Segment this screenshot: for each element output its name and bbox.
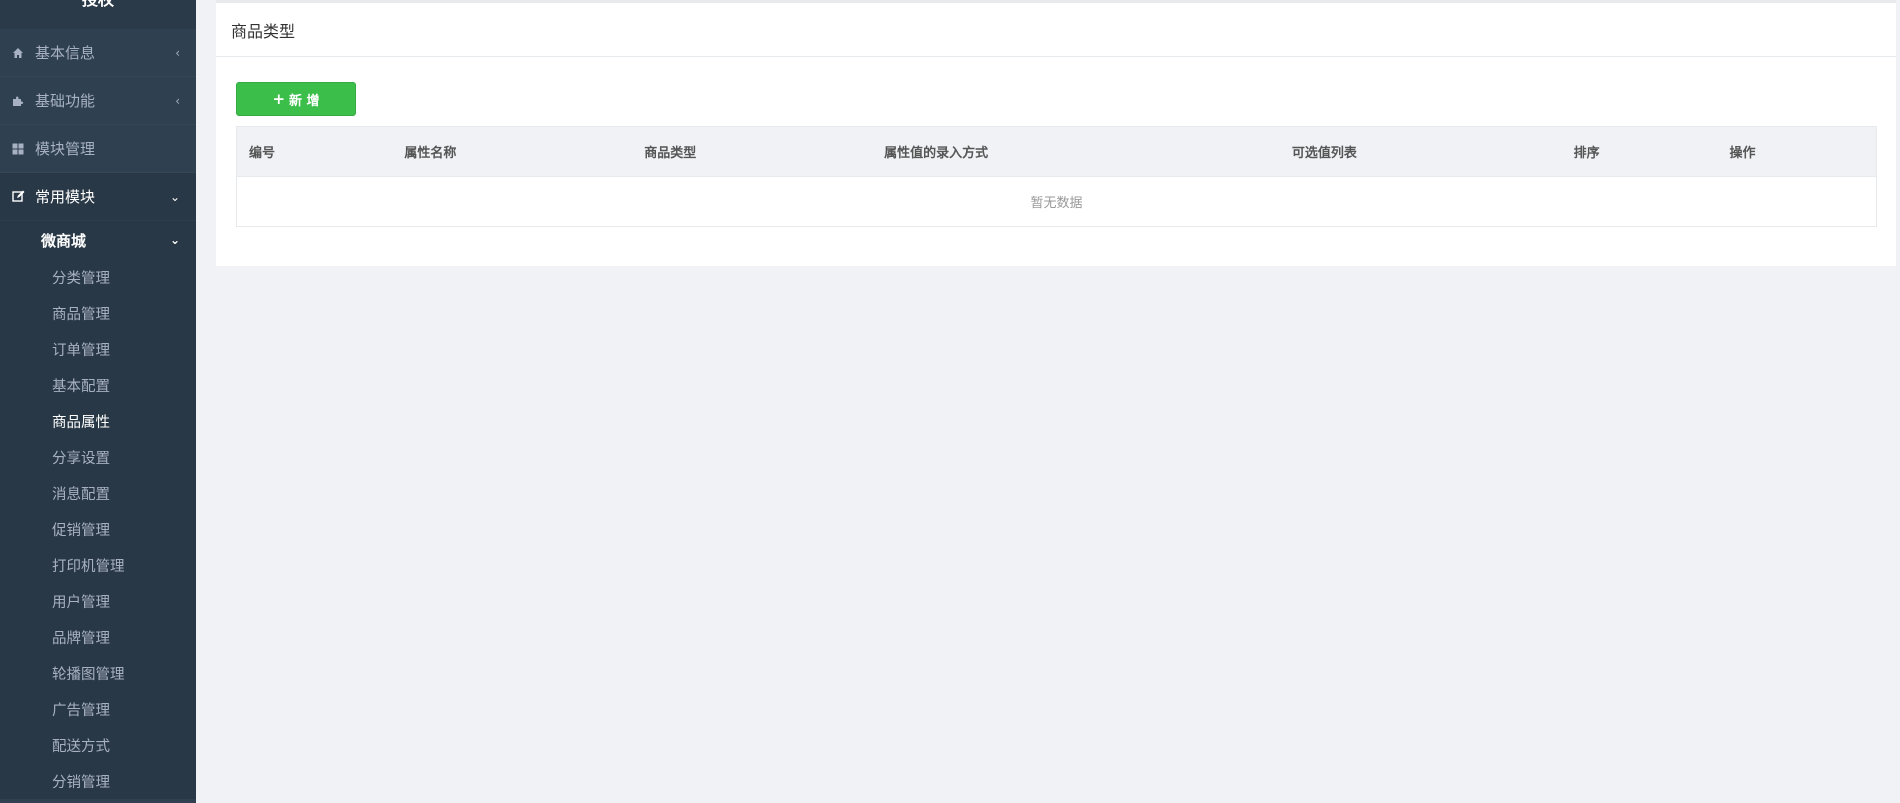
grid-icon: [11, 142, 25, 156]
sidebar-subitem[interactable]: 分销管理: [0, 763, 196, 799]
sidebar-subitem[interactable]: 订单管理: [0, 331, 196, 367]
column-header-actions: 操作: [1717, 126, 1877, 177]
content-panel: 商品类型 + 新 增 编号 属性名称 商品类型 属性值的录入方式 可选值列表 排…: [216, 0, 1896, 266]
chevron-left-icon: ‹: [175, 45, 180, 60]
sidebar: 授权 基本信息 ‹ 基础功能 ‹ 模块管理 常用模块 ⌄ 微商城 ⌄ 分类管理商…: [0, 0, 196, 803]
sidebar-subitem[interactable]: 商品属性: [0, 403, 196, 439]
sidebar-item-label: 基础功能: [35, 92, 96, 110]
sidebar-subitem[interactable]: 商品管理: [0, 295, 196, 331]
sidebar-item-label: 基本信息: [35, 44, 96, 62]
table-header-row: 编号 属性名称 商品类型 属性值的录入方式 可选值列表 排序 操作: [236, 126, 1877, 177]
sidebar-subitem[interactable]: 分类管理: [0, 259, 196, 295]
chevron-left-icon: ‹: [175, 93, 180, 108]
sidebar-item-basic-functions[interactable]: 基础功能 ‹: [0, 77, 196, 125]
table-row: 暂无数据: [236, 176, 1877, 227]
sidebar-subitem[interactable]: 消息配置: [0, 475, 196, 511]
sidebar-subitem[interactable]: 品牌管理: [0, 619, 196, 655]
add-button[interactable]: + 新 增: [236, 82, 356, 116]
sidebar-item-label: 模块管理: [35, 140, 96, 158]
column-header-sort[interactable]: 排序: [1561, 126, 1718, 177]
chevron-down-icon: ⌄: [169, 233, 180, 247]
sidebar-item-common-modules[interactable]: 常用模块 ⌄: [0, 173, 196, 221]
column-header-attribute-name[interactable]: 属性名称: [392, 126, 633, 177]
sidebar-group-label: 微商城: [41, 231, 87, 250]
sidebar-subitem[interactable]: 广告管理: [0, 691, 196, 727]
edit-icon: [11, 190, 25, 204]
home-icon: [11, 46, 25, 60]
sidebar-subitem[interactable]: 打印机管理: [0, 547, 196, 583]
column-header-value-list[interactable]: 可选值列表: [1279, 126, 1562, 177]
sidebar-group-weishangcheng[interactable]: 微商城 ⌄: [0, 221, 196, 259]
sidebar-subitem[interactable]: 用户管理: [0, 583, 196, 619]
sidebar-subitem[interactable]: 分享设置: [0, 439, 196, 475]
column-header-input-method[interactable]: 属性值的录入方式: [872, 126, 1280, 177]
logo-text: 授权: [0, 0, 196, 10]
sidebar-item-label: 常用模块: [35, 188, 96, 206]
sidebar-subitem[interactable]: 轮播图管理: [0, 655, 196, 691]
column-header-id[interactable]: 编号: [236, 126, 393, 177]
attributes-table: 编号 属性名称 商品类型 属性值的录入方式 可选值列表 排序 操作 暂无数据: [236, 126, 1877, 227]
empty-message: 暂无数据: [236, 176, 1877, 227]
sidebar-logo: 授权: [0, 0, 196, 29]
column-header-product-type[interactable]: 商品类型: [632, 126, 873, 177]
page-title: 商品类型: [216, 3, 1896, 57]
sidebar-item-module-management[interactable]: 模块管理: [0, 125, 196, 173]
add-button-label: 新 增: [289, 93, 320, 109]
chevron-down-icon: ⌄: [169, 189, 180, 204]
sidebar-subitem[interactable]: 基本配置: [0, 367, 196, 403]
sidebar-subitem[interactable]: 促销管理: [0, 511, 196, 547]
plus-icon: +: [272, 89, 286, 108]
sidebar-subitem[interactable]: 配送方式: [0, 727, 196, 763]
sidebar-item-basic-info[interactable]: 基本信息 ‹: [0, 29, 196, 77]
puzzle-icon: [11, 94, 25, 108]
